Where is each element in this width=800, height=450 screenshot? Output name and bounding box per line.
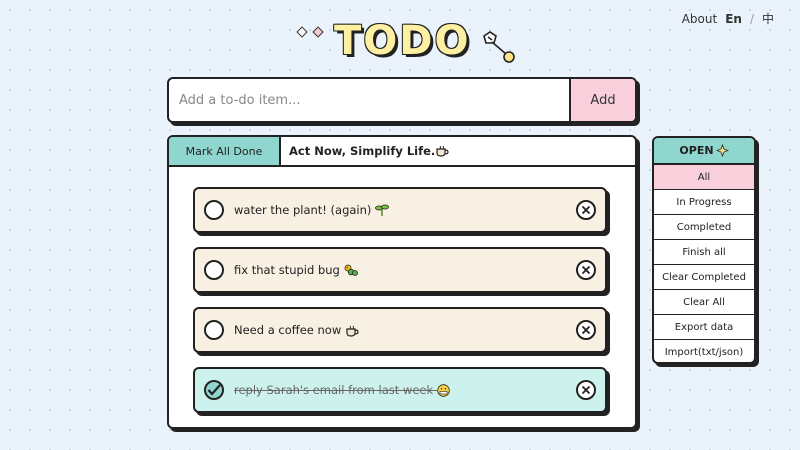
delete-button[interactable]	[576, 260, 596, 280]
filter-completed[interactable]: Completed	[654, 215, 754, 240]
lang-separator: /	[749, 11, 754, 26]
coffee-cup-icon	[436, 145, 449, 157]
todo-text: reply Sarah's email from last week	[234, 383, 450, 397]
filter-menu: OPEN All In Progress Completed Finish al…	[652, 136, 756, 364]
todo-panel: Mark All Done Act Now, Simplify Life. wa…	[167, 135, 637, 429]
filter-in-progress[interactable]: In Progress	[654, 190, 754, 215]
coffee-cup-icon	[346, 325, 359, 337]
about-link[interactable]: About	[682, 12, 717, 26]
close-icon	[581, 325, 591, 335]
mark-all-done-button[interactable]: Mark All Done	[169, 137, 281, 165]
caterpillar-icon	[344, 264, 358, 277]
close-icon	[581, 385, 591, 395]
grimace-face-icon	[437, 384, 450, 397]
lang-zh-link[interactable]: 中	[762, 10, 774, 27]
open-label: OPEN	[679, 144, 714, 157]
todo-checkbox[interactable]	[204, 200, 224, 220]
slogan-text: Act Now, Simplify Life.	[289, 144, 436, 158]
todo-item: water the plant! (again)	[193, 187, 607, 233]
lang-en-link[interactable]: En	[725, 12, 742, 26]
clear-completed-button[interactable]: Clear Completed	[654, 265, 754, 290]
close-icon	[581, 265, 591, 275]
checkmark-icon	[207, 384, 221, 396]
diamond-icon	[312, 26, 324, 38]
logo-title: TODO	[334, 18, 471, 64]
slogan: Act Now, Simplify Life.	[281, 137, 449, 165]
clear-all-button[interactable]: Clear All	[654, 290, 754, 315]
magic-wand-icon	[483, 31, 515, 63]
sparkle-icon	[715, 144, 729, 157]
filter-menu-header[interactable]: OPEN	[654, 138, 754, 165]
todo-input[interactable]	[169, 79, 569, 121]
todo-item: reply Sarah's email from last week	[193, 367, 607, 413]
delete-button[interactable]	[576, 320, 596, 340]
delete-button[interactable]	[576, 200, 596, 220]
todo-list: water the plant! (again) fix that stupid…	[193, 187, 607, 427]
finish-all-button[interactable]: Finish all	[654, 240, 754, 265]
todo-item: Need a coffee now	[193, 307, 607, 353]
panel-header: Mark All Done Act Now, Simplify Life.	[169, 137, 635, 167]
add-todo-bar: Add	[167, 77, 637, 123]
todo-checkbox[interactable]	[204, 380, 224, 400]
close-icon	[581, 205, 591, 215]
import-data-button[interactable]: Import(txt/json)	[654, 340, 754, 362]
export-data-button[interactable]: Export data	[654, 315, 754, 340]
todo-text: water the plant! (again)	[234, 203, 389, 218]
todo-checkbox[interactable]	[204, 320, 224, 340]
todo-text: Need a coffee now	[234, 323, 359, 337]
sprout-icon	[375, 204, 389, 217]
todo-text: fix that stupid bug	[234, 263, 358, 278]
todo-checkbox[interactable]	[204, 260, 224, 280]
filter-all[interactable]: All	[654, 165, 754, 190]
add-button[interactable]: Add	[569, 79, 635, 121]
diamond-icon	[296, 26, 308, 38]
todo-item: fix that stupid bug	[193, 247, 607, 293]
delete-button[interactable]	[576, 380, 596, 400]
logo: TODO	[290, 18, 520, 68]
top-nav: About En / 中	[682, 10, 774, 27]
